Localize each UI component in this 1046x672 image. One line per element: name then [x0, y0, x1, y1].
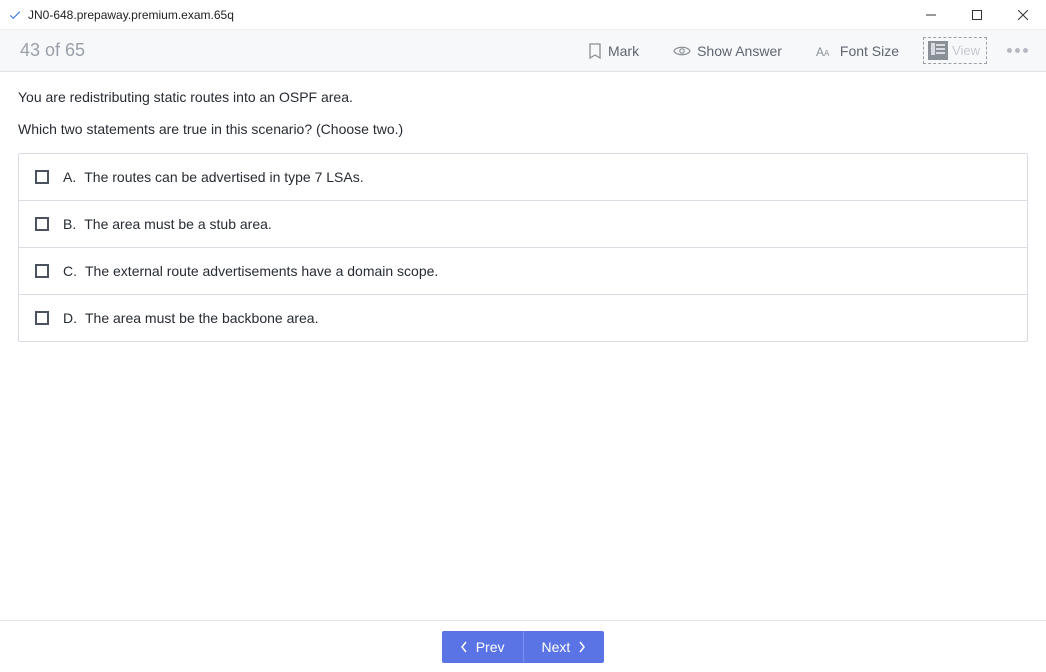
prev-button[interactable]: Prev [442, 631, 524, 663]
dot-icon [1015, 48, 1020, 53]
question-content: You are redistributing static routes int… [0, 72, 1046, 620]
mark-button[interactable]: Mark [578, 37, 649, 65]
footer: Prev Next [0, 620, 1046, 672]
question-line2: Which two statements are true in this sc… [18, 118, 1028, 140]
next-button[interactable]: Next [524, 631, 605, 663]
answer-label: A. The routes can be advertised in type 7… [63, 169, 364, 185]
window-buttons [908, 0, 1046, 30]
question-progress: 43 of 65 [20, 40, 578, 61]
font-size-icon: AA [816, 44, 834, 58]
svg-text:A: A [824, 49, 830, 58]
toolbar: 43 of 65 Mark Show Answer AA Font Size V… [0, 30, 1046, 72]
font-size-label: Font Size [840, 43, 899, 59]
prev-label: Prev [476, 639, 505, 655]
app-logo-icon [8, 8, 22, 22]
answer-label: C. The external route advertisements have… [63, 263, 438, 279]
maximize-icon [972, 10, 982, 20]
answer-label: D. The area must be the backbone area. [63, 310, 318, 326]
dot-icon [1007, 48, 1012, 53]
minimize-button[interactable] [908, 0, 954, 30]
more-menu-button[interactable] [1001, 42, 1034, 59]
svg-text:A: A [816, 45, 824, 58]
show-answer-label: Show Answer [697, 43, 782, 59]
checkbox-icon[interactable] [35, 264, 49, 278]
answer-option[interactable]: D. The area must be the backbone area. [19, 295, 1027, 341]
minimize-icon [926, 10, 936, 20]
eye-icon [673, 44, 691, 58]
dot-icon [1023, 48, 1028, 53]
titlebar: JN0-648.prepaway.premium.exam.65q [0, 0, 1046, 30]
answer-letter: D. [63, 310, 77, 326]
bookmark-icon [588, 43, 602, 59]
answer-letter: C. [63, 263, 77, 279]
answer-text: The routes can be advertised in type 7 L… [84, 169, 363, 185]
answer-option[interactable]: B. The area must be a stub area. [19, 201, 1027, 248]
mark-label: Mark [608, 43, 639, 59]
answer-option[interactable]: A. The routes can be advertised in type 7… [19, 154, 1027, 201]
show-answer-button[interactable]: Show Answer [663, 37, 792, 65]
answer-letter: A. [63, 169, 76, 185]
answer-label: B. The area must be a stub area. [63, 216, 272, 232]
answer-list: A. The routes can be advertised in type 7… [18, 153, 1028, 342]
chevron-left-icon [460, 641, 468, 653]
checkbox-icon[interactable] [35, 217, 49, 231]
checkbox-icon[interactable] [35, 170, 49, 184]
answer-option[interactable]: C. The external route advertisements have… [19, 248, 1027, 295]
font-size-button[interactable]: AA Font Size [806, 37, 909, 65]
view-icon [931, 43, 945, 55]
answer-letter: B. [63, 216, 76, 232]
view-label: View [952, 43, 980, 58]
close-button[interactable] [1000, 0, 1046, 30]
answer-text: The external route advertisements have a… [85, 263, 438, 279]
chevron-right-icon [578, 641, 586, 653]
question-line1: You are redistributing static routes int… [18, 86, 1028, 108]
answer-text: The area must be the backbone area. [85, 310, 318, 326]
next-label: Next [542, 639, 571, 655]
view-button[interactable]: View [923, 37, 987, 64]
nav-buttons: Prev Next [442, 631, 605, 663]
window-title: JN0-648.prepaway.premium.exam.65q [28, 8, 908, 22]
maximize-button[interactable] [954, 0, 1000, 30]
close-icon [1018, 10, 1028, 20]
checkbox-icon[interactable] [35, 311, 49, 325]
answer-text: The area must be a stub area. [84, 216, 272, 232]
